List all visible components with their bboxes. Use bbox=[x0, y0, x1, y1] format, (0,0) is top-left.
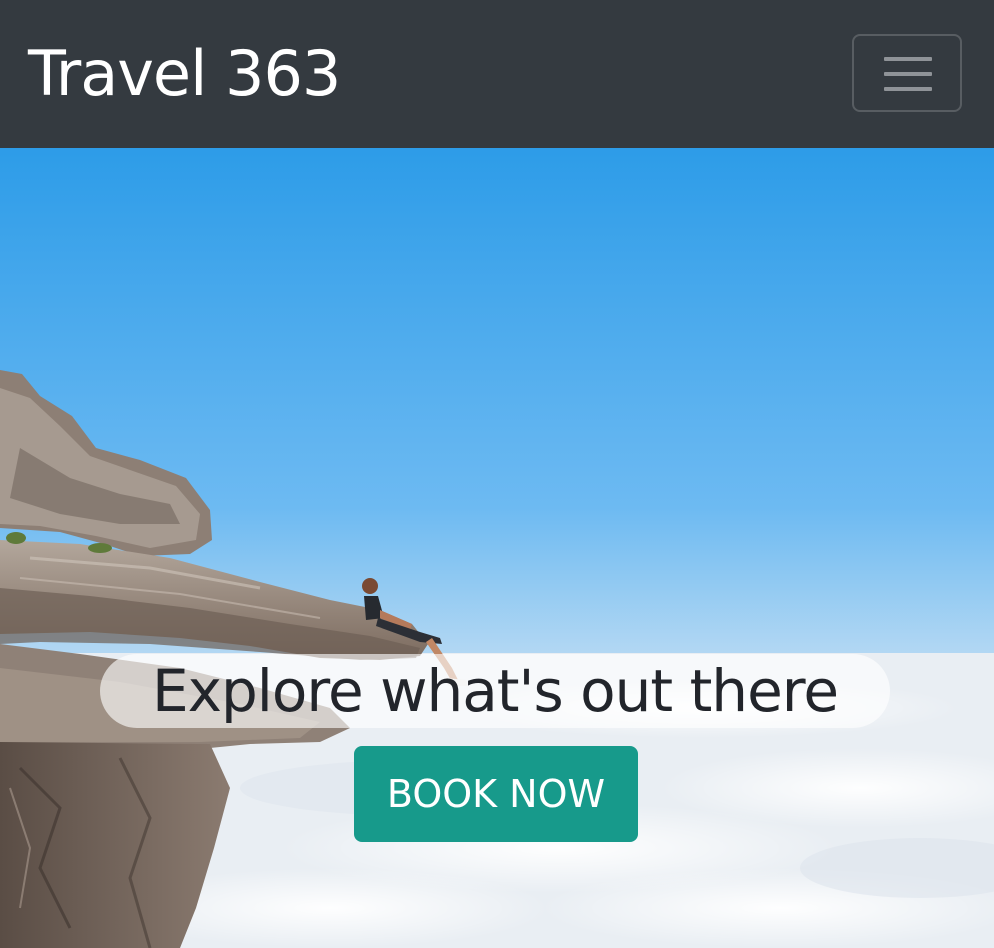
top-navbar: Travel 363 bbox=[0, 0, 994, 148]
hamburger-menu-icon bbox=[884, 57, 932, 91]
hero-tagline: Explore what's out there bbox=[100, 654, 890, 728]
hero-section: Explore what's out there BOOK NOW bbox=[0, 148, 994, 948]
brand-logo-link[interactable]: Travel 363 bbox=[28, 34, 341, 114]
navbar-toggler-button[interactable] bbox=[852, 34, 962, 112]
book-now-button[interactable]: BOOK NOW bbox=[354, 746, 638, 842]
